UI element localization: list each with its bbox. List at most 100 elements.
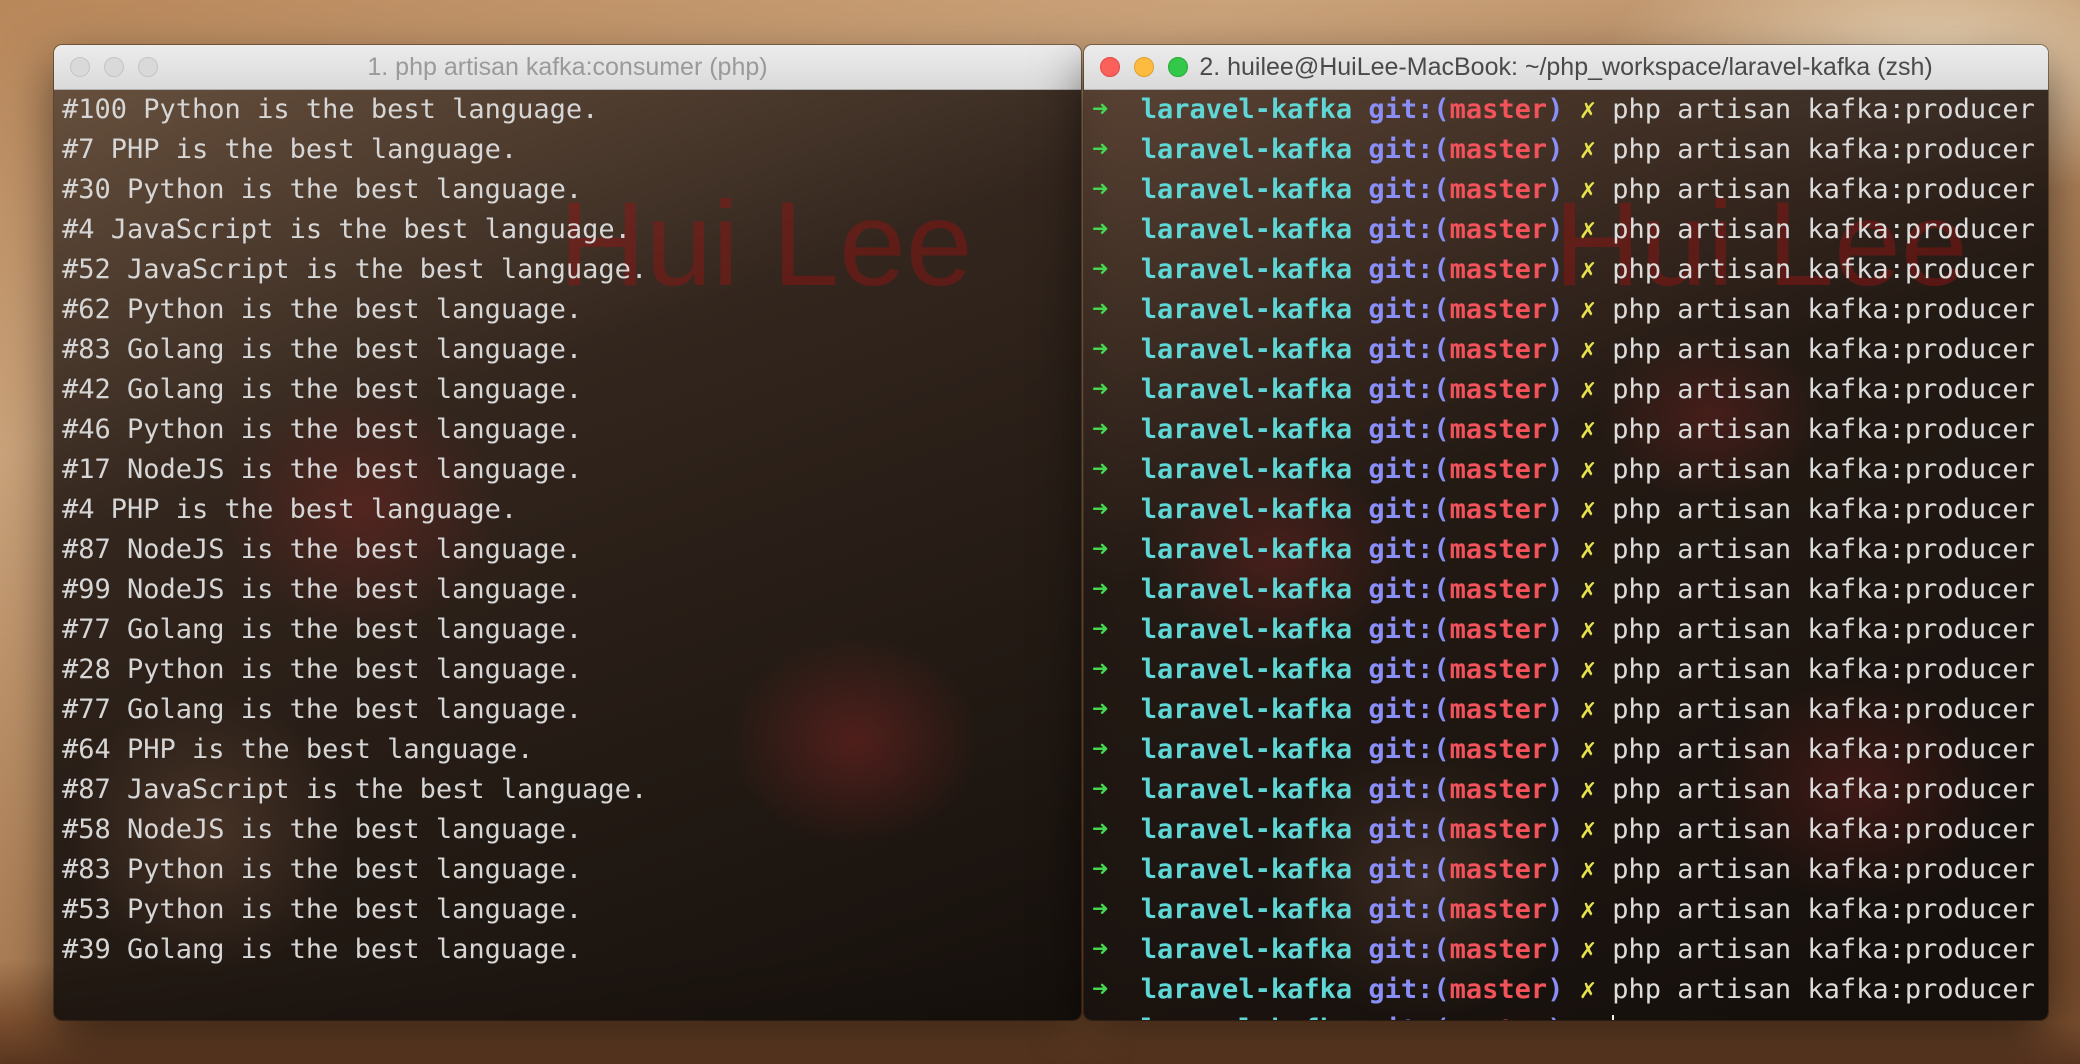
prompt-directory: laravel-kafka <box>1140 254 1353 285</box>
prompt-git-prefix: git:( <box>1368 94 1450 125</box>
prompt-git-prefix: git:( <box>1368 214 1450 245</box>
prompt-line: ➜ laravel-kafka git:(master) ✗ php artis… <box>1092 930 2035 970</box>
prompt-line: ➜ laravel-kafka git:(master) ✗ php artis… <box>1092 210 2035 250</box>
prompt-git-prefix: git:( <box>1368 974 1450 1005</box>
prompt-directory: laravel-kafka <box>1140 894 1353 925</box>
prompt-directory: laravel-kafka <box>1140 414 1353 445</box>
dirty-marker-icon: ✗ <box>1579 534 1596 565</box>
prompt-line: ➜ laravel-kafka git:(master) ✗ php artis… <box>1092 770 2035 810</box>
prompt-arrow-icon: ➜ <box>1092 294 1109 325</box>
prompt-line: ➜ laravel-kafka git:(master) ✗ php artis… <box>1092 890 2035 930</box>
prompt-git-suffix: ) <box>1547 814 1564 845</box>
prompt-arrow-icon: ➜ <box>1092 374 1109 405</box>
terminal-output[interactable]: Hui Lee #100 Python is the best language… <box>54 90 1081 1020</box>
prompt-arrow-icon: ➜ <box>1092 814 1109 845</box>
output-line: #4 PHP is the best language. <box>62 494 518 525</box>
prompt-directory: laravel-kafka <box>1140 534 1353 565</box>
prompt-arrow-icon: ➜ <box>1092 94 1109 125</box>
dirty-marker-icon: ✗ <box>1579 814 1596 845</box>
dirty-marker-icon: ✗ <box>1579 974 1596 1005</box>
prompt-line: ➜ laravel-kafka git:(master) ✗ php artis… <box>1092 810 2035 850</box>
prompt-arrow-icon: ➜ <box>1092 454 1109 485</box>
prompt-git-prefix: git:( <box>1368 654 1450 685</box>
prompt-directory: laravel-kafka <box>1140 374 1353 405</box>
prompt-branch: master <box>1449 414 1548 445</box>
prompt-git-prefix: git:( <box>1368 494 1450 525</box>
prompt-git-suffix: ) <box>1547 854 1564 885</box>
dirty-marker-icon: ✗ <box>1579 414 1596 445</box>
prompt-directory: laravel-kafka <box>1140 654 1353 685</box>
command-text: php artisan kafka:producer <box>1612 694 2035 725</box>
prompt-git-suffix: ) <box>1547 214 1564 245</box>
command-text: php artisan kafka:producer <box>1612 654 2035 685</box>
prompt-directory: laravel-kafka <box>1140 454 1353 485</box>
prompt-arrow-icon: ➜ <box>1092 974 1109 1005</box>
prompt-branch: master <box>1449 454 1548 485</box>
prompt-git-suffix: ) <box>1547 134 1564 165</box>
prompt-line: ➜ laravel-kafka git:(master) ✗ php artis… <box>1092 170 2035 210</box>
prompt-arrow-icon: ➜ <box>1092 654 1109 685</box>
prompt-line: ➜ laravel-kafka git:(master) ✗ php artis… <box>1092 970 2035 1010</box>
prompt-line: ➜ laravel-kafka git:(master) ✗ php artis… <box>1092 570 2035 610</box>
window-titlebar[interactable]: 2. huilee@HuiLee-MacBook: ~/php_workspac… <box>1084 45 2048 90</box>
consumer-terminal-window[interactable]: 1. php artisan kafka:consumer (php) Hui … <box>54 45 1081 1020</box>
prompt-branch: master <box>1449 174 1548 205</box>
prompt-git-suffix: ) <box>1547 174 1564 205</box>
prompt-branch: master <box>1449 254 1548 285</box>
command-text: php artisan kafka:producer <box>1612 734 2035 765</box>
prompt-directory: laravel-kafka <box>1140 334 1353 365</box>
prompt-git-prefix: git:( <box>1368 854 1450 885</box>
prompt-line: ➜ laravel-kafka git:(master) ✗ php artis… <box>1092 250 2035 290</box>
terminal-output[interactable]: Hui Lee ➜ laravel-kafka git:(master) ✗ p… <box>1084 90 2048 1020</box>
prompt-arrow-icon: ➜ <box>1092 734 1109 765</box>
output-line: #83 Golang is the best language. <box>62 334 583 365</box>
producer-terminal-window[interactable]: 2. huilee@HuiLee-MacBook: ~/php_workspac… <box>1084 45 2048 1020</box>
dirty-marker-icon: ✗ <box>1579 774 1596 805</box>
output-line: #100 Python is the best language. <box>62 94 599 125</box>
prompt-directory: laravel-kafka <box>1140 574 1353 605</box>
output-line: #64 PHP is the best language. <box>62 734 534 765</box>
prompt-git-suffix: ) <box>1547 974 1564 1005</box>
prompt-git-prefix: git:( <box>1368 294 1450 325</box>
prompt-arrow-icon: ➜ <box>1092 254 1109 285</box>
dirty-marker-icon: ✗ <box>1579 494 1596 525</box>
prompt-git-suffix: ) <box>1547 574 1564 605</box>
prompt-branch: master <box>1449 374 1548 405</box>
dirty-marker-icon: ✗ <box>1579 614 1596 645</box>
output-line: #87 NodeJS is the best language. <box>62 534 583 565</box>
prompt-git-prefix: git:( <box>1368 894 1450 925</box>
prompt-git-suffix: ) <box>1547 334 1564 365</box>
prompt-arrow-icon: ➜ <box>1092 854 1109 885</box>
prompt-git-suffix: ) <box>1547 454 1564 485</box>
prompt-arrow-icon: ➜ <box>1092 894 1109 925</box>
prompt-directory: laravel-kafka <box>1140 214 1353 245</box>
window-title: 1. php artisan kafka:consumer (php) <box>367 53 768 81</box>
prompt-branch: master <box>1449 974 1548 1005</box>
prompt-line: ➜ laravel-kafka git:(master) ✗ php artis… <box>1092 650 2035 690</box>
prompt-arrow-icon: ➜ <box>1092 174 1109 205</box>
prompt-branch: master <box>1449 214 1548 245</box>
dirty-marker-icon: ✗ <box>1579 134 1596 165</box>
prompt-git-suffix: ) <box>1547 654 1564 685</box>
prompt-directory: laravel-kafka <box>1140 814 1353 845</box>
command-text: php artisan kafka:producer <box>1612 774 2035 805</box>
prompt-branch: master <box>1449 134 1548 165</box>
prompt-branch: master <box>1449 774 1548 805</box>
prompt-git-suffix: ) <box>1547 1014 1563 1020</box>
prompt-directory: laravel-kafka <box>1140 774 1353 805</box>
command-text: php artisan kafka:producer <box>1612 374 2035 405</box>
output-line: #42 Golang is the best language. <box>62 374 583 405</box>
command-text: php artisan kafka:producer <box>1612 254 2035 285</box>
prompt-git-suffix: ) <box>1547 534 1564 565</box>
dirty-marker-icon: ✗ <box>1579 854 1596 885</box>
prompt-git-suffix: ) <box>1547 374 1564 405</box>
dirty-marker-icon: ✗ <box>1579 694 1596 725</box>
prompt-branch: master <box>1449 494 1548 525</box>
prompt-arrow-icon: ➜ <box>1092 614 1109 645</box>
command-text: php artisan kafka:producer <box>1612 814 2035 845</box>
command-text: php artisan kafka:producer <box>1612 454 2035 485</box>
prompt-git-suffix: ) <box>1547 694 1564 725</box>
prompt-directory: laravel-kafka <box>1140 294 1353 325</box>
window-titlebar[interactable]: 1. php artisan kafka:consumer (php) <box>54 45 1081 90</box>
prompt-line: ➜ laravel-kafka git:(master) ✗ <box>1092 1010 2035 1020</box>
